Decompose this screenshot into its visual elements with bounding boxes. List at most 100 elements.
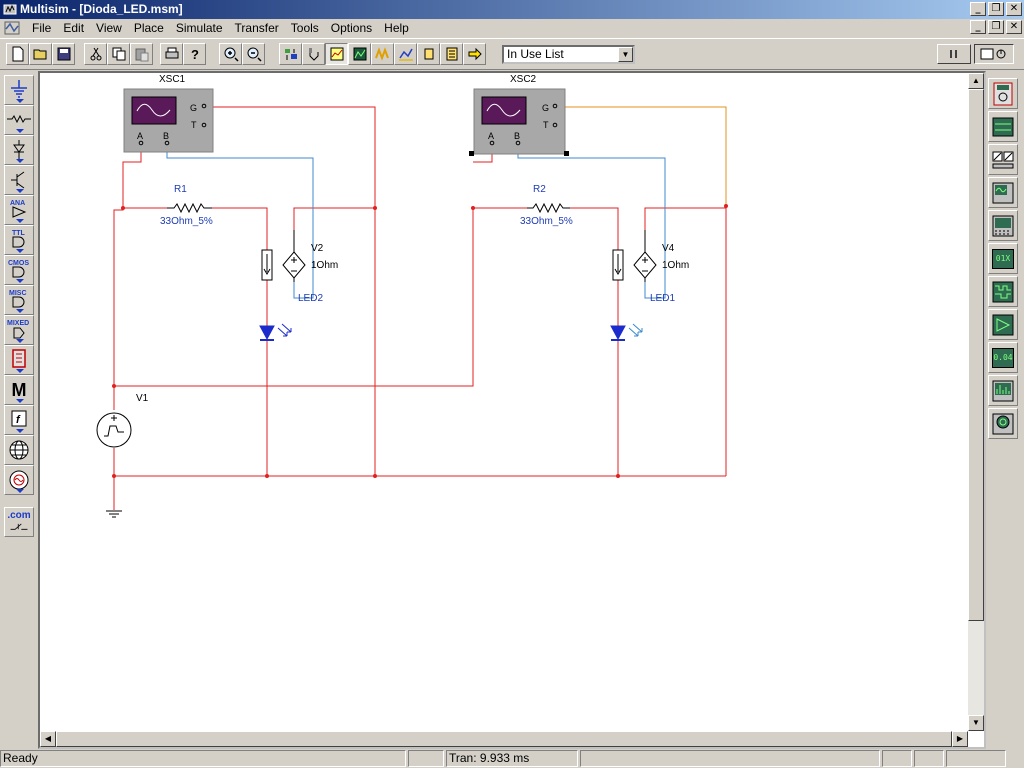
component-palette: ANA TTL CMOS MISC MIXED M f .com [4,75,34,537]
led1-diode-icon[interactable] [610,323,643,341]
menu-tools[interactable]: Tools [285,19,325,37]
wire[interactable] [554,106,727,206]
distortion-analyzer-button[interactable]: 0.04 [988,342,1018,373]
transistors-button[interactable] [4,165,34,195]
wizard-button[interactable] [417,43,440,65]
function-generator-button[interactable] [988,111,1018,142]
minimize-button[interactable]: _ [970,2,986,16]
power-switch-icon [980,48,1006,60]
horizontal-scroll-thumb[interactable] [56,731,952,747]
schematic-canvas[interactable]: XSC1 G T A B XSC2 G T A B R1 33Ohm_5% R2… [38,71,986,749]
cut-button[interactable] [84,43,107,65]
resistor-r1[interactable]: R1 33Ohm_5% [160,184,213,227]
menu-help[interactable]: Help [378,19,415,37]
grapher-button[interactable] [325,43,348,65]
analysis-button[interactable] [348,43,371,65]
status-ready: Ready [0,750,406,767]
diodes-button[interactable] [4,135,34,165]
vertical-scrollbar[interactable]: ▲ ▼ [968,73,984,731]
doc-restore-button[interactable]: ❐ [988,20,1004,34]
wire[interactable] [202,106,376,476]
selection-handle[interactable] [469,151,474,156]
oscilloscope-xsc2[interactable]: XSC2 G T A B [469,73,569,156]
current-sensor-v4[interactable]: V4 1Ohm [612,230,689,282]
document-icon[interactable] [4,21,20,35]
close-button[interactable]: ✕ [1006,2,1022,16]
postprocessor-button[interactable] [371,43,394,65]
led2-diode-icon[interactable] [259,323,292,341]
ac-source-v1[interactable]: V1 [96,393,149,448]
wire[interactable] [644,207,727,476]
copy-button[interactable] [107,43,130,65]
component-bar-button[interactable] [279,43,302,65]
wire[interactable] [293,207,375,230]
misc-button[interactable]: M [4,375,34,405]
basic-button[interactable] [4,105,34,135]
bode-plotter-button[interactable] [988,210,1018,241]
scroll-right-arrow-icon[interactable]: ▶ [952,731,968,747]
wire[interactable] [212,207,268,250]
controls-button[interactable]: f [4,405,34,435]
run-simulation-switch[interactable] [974,44,1014,64]
oscilloscope-button[interactable] [988,177,1018,208]
doc-minimize-button[interactable]: _ [970,20,986,34]
transfer-button[interactable] [463,43,486,65]
chevron-down-icon[interactable]: ▼ [618,47,633,62]
open-button[interactable] [29,43,52,65]
menu-place[interactable]: Place [128,19,170,37]
help-button[interactable]: ? [183,43,206,65]
analog-button[interactable]: ANA [4,195,34,225]
horizontal-scrollbar[interactable]: ◀ ▶ [40,731,968,747]
scroll-down-arrow-icon[interactable]: ▼ [968,715,984,731]
wire[interactable] [113,144,142,386]
menu-edit[interactable]: Edit [57,19,90,37]
status-bar: Ready Tran: 9.933 ms [0,750,1024,768]
scroll-up-arrow-icon[interactable]: ▲ [968,73,984,89]
paste-button[interactable] [130,43,153,65]
zoom-in-button[interactable] [219,43,242,65]
scroll-left-arrow-icon[interactable]: ◀ [40,731,56,747]
misc-digital-button[interactable]: MISC [4,285,34,315]
in-use-list-select[interactable]: In Use List ▼ [502,45,635,64]
wire[interactable] [570,207,619,250]
oscilloscope-xsc1[interactable]: XSC1 G T A B [123,74,214,153]
vertical-scroll-thumb[interactable] [968,89,984,621]
dotcom-button[interactable]: .com [4,507,34,537]
menu-file[interactable]: File [26,19,57,37]
selection-handle[interactable] [564,151,569,156]
mixed-button[interactable]: MIXED [4,315,34,345]
menu-options[interactable]: Options [325,19,378,37]
probe-button[interactable] [302,43,325,65]
print-button[interactable] [160,43,183,65]
ground-icon[interactable] [106,510,122,518]
menu-view[interactable]: View [90,19,128,37]
database-button[interactable] [440,43,463,65]
cmos-button[interactable]: CMOS [4,255,34,285]
rf-button[interactable] [4,435,34,465]
bode-plotter-icon [992,215,1014,236]
multimeter-button[interactable] [988,78,1018,109]
sources-button[interactable] [4,75,34,105]
save-button[interactable] [52,43,75,65]
maximize-button[interactable]: ❐ [988,2,1004,16]
ttl-button[interactable]: TTL [4,225,34,255]
menu-transfer[interactable]: Transfer [229,19,285,37]
spectrum-analyzer-button[interactable] [988,375,1018,406]
network-analyzer-button[interactable] [988,408,1018,439]
doc-close-button[interactable]: ✕ [1006,20,1022,34]
pause-simulation-button[interactable] [937,44,971,64]
wire[interactable] [113,448,726,477]
electromechanical-button[interactable] [4,465,34,495]
menu-simulate[interactable]: Simulate [170,19,229,37]
new-file-button[interactable] [6,43,29,65]
current-sensor-v2[interactable]: V2 1Ohm [261,230,338,282]
logic-analyzer-button[interactable] [988,276,1018,307]
instrument-button[interactable] [394,43,417,65]
wattmeter-button[interactable] [988,144,1018,175]
v2-value: 1Ohm [311,260,338,271]
word-generator-button[interactable]: 01X [988,243,1018,274]
zoom-out-button[interactable] [242,43,265,65]
resistor-r2[interactable]: R2 33Ohm_5% [520,184,573,227]
indicators-button[interactable] [4,345,34,375]
logic-converter-button[interactable] [988,309,1018,340]
